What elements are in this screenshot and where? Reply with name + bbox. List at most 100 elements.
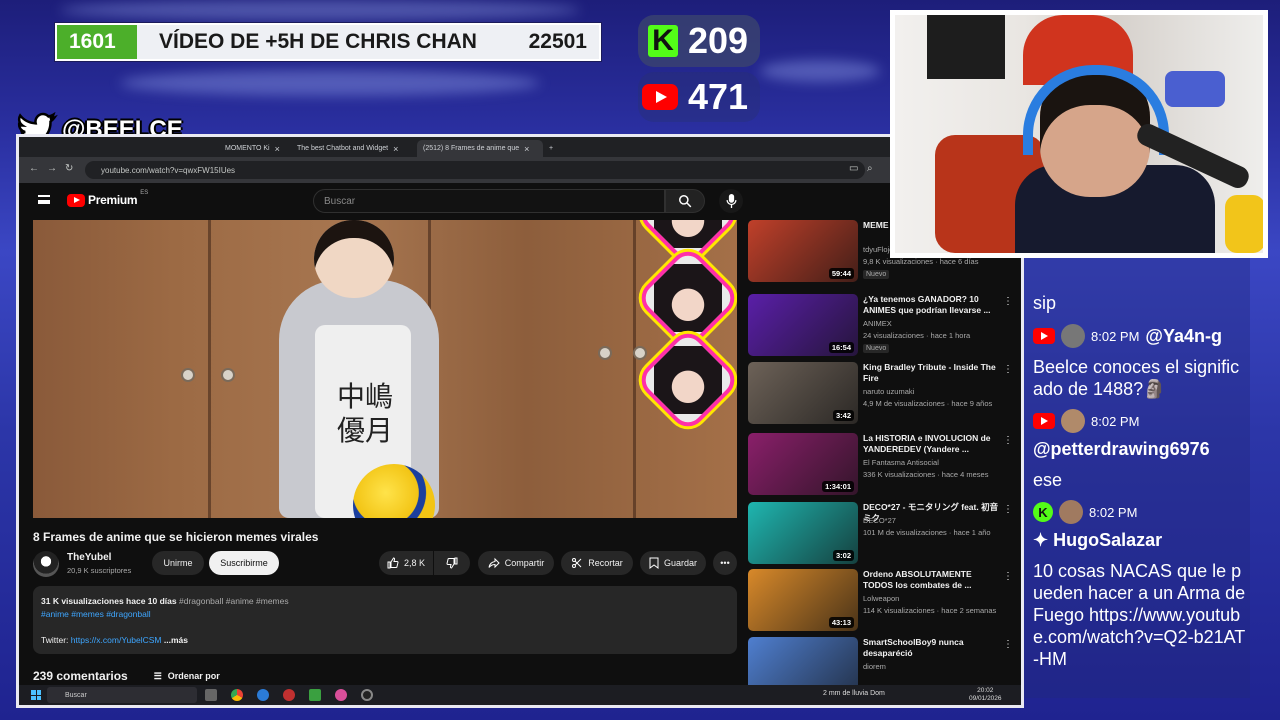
obs-icon[interactable] bbox=[361, 689, 373, 701]
description-more-link[interactable]: ...más bbox=[164, 635, 188, 645]
tab-label: The best Chatbot and Widget bbox=[297, 145, 389, 152]
related-video-thumbnail[interactable]: 1:34:01 bbox=[748, 433, 858, 495]
more-vertical-icon[interactable]: ⋮ bbox=[1003, 504, 1013, 515]
back-icon[interactable]: ← bbox=[29, 163, 39, 174]
youtube-premium-logo[interactable]: Premium ES bbox=[67, 190, 148, 207]
search-input[interactable]: Buscar bbox=[313, 189, 665, 213]
close-tab-icon[interactable]: × bbox=[275, 144, 280, 154]
zoom-icon[interactable]: ⌕ bbox=[867, 163, 873, 174]
browser-tab-active[interactable]: (2512) 8 Frames de anime que × bbox=[417, 140, 543, 157]
channel-name[interactable]: TheYubel bbox=[67, 552, 111, 563]
related-video-channel[interactable]: DECO*27 bbox=[863, 516, 896, 525]
more-vertical-icon[interactable]: ⋮ bbox=[1003, 639, 1013, 650]
related-video-channel[interactable]: diorem bbox=[863, 662, 886, 671]
description-meta-tags: #dragonball #anime #memes bbox=[178, 596, 289, 606]
clip-button[interactable]: Recortar bbox=[561, 551, 633, 575]
more-vertical-icon[interactable]: ⋮ bbox=[1003, 435, 1013, 446]
vest-name-text: 中嶋 優月 bbox=[337, 380, 393, 448]
subscribe-button[interactable]: Suscribirme bbox=[209, 551, 279, 575]
related-video-thumbnail[interactable]: 43:13 bbox=[748, 569, 858, 631]
taskbar-date: 09/01/2026 bbox=[969, 695, 1002, 702]
description-twitter-link[interactable]: https://x.com/YubelCSM bbox=[71, 635, 162, 645]
channel-avatar[interactable] bbox=[33, 551, 59, 577]
more-vertical-icon[interactable]: ⋮ bbox=[1003, 571, 1013, 582]
related-video-channel[interactable]: Lolweapon bbox=[863, 594, 899, 603]
sort-comments-button[interactable]: ☰ Ordenar por bbox=[154, 671, 220, 682]
browser-tab[interactable]: MOMENTO Ki × bbox=[219, 140, 287, 157]
related-video-channel[interactable]: El Fantasma Antisocial bbox=[863, 458, 939, 467]
kick-icon: K bbox=[648, 24, 678, 57]
thumbs-down-icon bbox=[446, 557, 458, 569]
taskbar-clock[interactable]: 20:02 09/01/2026 bbox=[969, 687, 1002, 703]
chat-avatar bbox=[1061, 409, 1085, 433]
join-button[interactable]: Unirme bbox=[152, 551, 204, 575]
overlay-face-frame bbox=[634, 326, 737, 434]
windows-start-icon[interactable] bbox=[31, 690, 41, 700]
video-duration: 59:44 bbox=[828, 268, 854, 279]
description-twitter-label: Twitter: bbox=[41, 635, 69, 645]
chrome-icon[interactable] bbox=[231, 689, 243, 701]
related-video-thumbnail[interactable]: 16:54 bbox=[748, 294, 858, 356]
clip-label: Recortar bbox=[588, 558, 623, 568]
address-bar[interactable]: youtube.com/watch?v=qwxFW15IUes bbox=[85, 161, 865, 179]
reload-icon[interactable]: ↻ bbox=[65, 163, 73, 174]
like-button[interactable]: 2,8 K bbox=[379, 551, 433, 575]
door-knob bbox=[181, 368, 195, 382]
thumbs-up-icon bbox=[387, 557, 399, 569]
app-icon[interactable] bbox=[309, 689, 321, 701]
related-video-item[interactable]: 3:42 King Bradley Tribute - Inside The Fi… bbox=[748, 362, 1018, 428]
save-label: Guardar bbox=[663, 558, 698, 568]
install-icon[interactable]: ▭ bbox=[849, 163, 858, 174]
share-icon bbox=[488, 557, 500, 569]
video-player[interactable]: 中嶋 優月 bbox=[33, 220, 737, 518]
forward-icon[interactable]: → bbox=[47, 163, 57, 174]
share-button[interactable]: Compartir bbox=[478, 551, 554, 575]
browser-tab-bar: MOMENTO Ki × The best Chatbot and Widget… bbox=[19, 137, 1021, 157]
taskbar-weather[interactable]: 2 mm de lluvia Dom bbox=[823, 690, 885, 697]
taskbar-search-input[interactable]: Buscar bbox=[47, 687, 197, 703]
related-video-item[interactable]: 3:02 DECO*27 - モニタリング feat. 初音ミク DECO*27 10… bbox=[748, 502, 1018, 568]
close-tab-icon[interactable]: × bbox=[393, 144, 398, 154]
related-video-title[interactable]: Ordeno ABSOLUTAMENTE TODOS los combates … bbox=[863, 569, 1003, 591]
description-hashtags[interactable]: #anime #memes #dragonball bbox=[41, 608, 729, 621]
video-description[interactable]: 31 K visualizaciones hace 10 días #drago… bbox=[33, 586, 737, 654]
related-video-channel[interactable]: naruto uzumaki bbox=[863, 387, 914, 396]
related-video-title[interactable]: King Bradley Tribute - Inside The Fire bbox=[863, 362, 1003, 384]
menu-icon[interactable] bbox=[38, 195, 50, 204]
save-button[interactable]: Guardar bbox=[640, 551, 706, 575]
video-duration: 3:02 bbox=[832, 550, 854, 561]
related-video-item[interactable]: 16:54 ¿Ya tenemos GANADOR? 10 ANIMES que … bbox=[748, 294, 1018, 360]
related-video-channel[interactable]: ANIMEX bbox=[863, 319, 892, 328]
related-video-item[interactable]: 43:13 Ordeno ABSOLUTAMENTE TODOS los comb… bbox=[748, 569, 1018, 635]
more-vertical-icon[interactable]: ⋮ bbox=[1003, 364, 1013, 375]
more-vertical-icon[interactable]: ⋮ bbox=[1003, 296, 1013, 307]
edge-icon[interactable] bbox=[257, 689, 269, 701]
search-button[interactable] bbox=[665, 189, 705, 213]
close-tab-icon[interactable]: × bbox=[524, 144, 529, 154]
related-video-item[interactable]: 1:34:01 La HISTORIA e INVOLUCION de YANDE… bbox=[748, 433, 1018, 499]
related-video-title[interactable]: ¿Ya tenemos GANADOR? 10 ANIMES que podrí… bbox=[863, 294, 1003, 316]
more-actions-button[interactable]: ••• bbox=[713, 551, 737, 575]
task-view-icon[interactable] bbox=[205, 689, 217, 701]
description-meta: 31 K visualizaciones hace 10 días bbox=[41, 596, 177, 606]
related-video-thumbnail[interactable]: 59:44 bbox=[748, 220, 858, 282]
youtube-icon bbox=[1033, 328, 1055, 344]
related-video-channel[interactable]: tdyuFlojo bbox=[863, 245, 893, 254]
figurine bbox=[1225, 195, 1263, 253]
browser-tab[interactable]: The best Chatbot and Widget × bbox=[291, 140, 411, 157]
chat-username: @Ya4n-g bbox=[1145, 325, 1222, 346]
related-video-title[interactable]: La HISTORIA e INVOLUCION de YANDEREDEV (… bbox=[863, 433, 1003, 455]
related-video-thumbnail[interactable]: 3:02 bbox=[748, 502, 858, 564]
app-icon[interactable] bbox=[283, 689, 295, 701]
comments-count: 239 comentarios bbox=[33, 669, 128, 683]
app-icon[interactable] bbox=[335, 689, 347, 701]
dislike-button[interactable] bbox=[434, 551, 470, 575]
chat-username: ✦ HugoSalazar bbox=[1033, 530, 1163, 550]
tab-label: (2512) 8 Frames de anime que bbox=[423, 145, 520, 152]
goal-current-count: 1601 bbox=[57, 25, 137, 59]
voice-search-button[interactable] bbox=[719, 189, 743, 213]
vest-name-line-2: 優月 bbox=[337, 414, 394, 447]
related-video-title[interactable]: SmartSchoolBoy9 nunca desaparéció bbox=[863, 637, 1003, 659]
new-tab-icon[interactable]: + bbox=[543, 140, 559, 157]
related-video-thumbnail[interactable]: 3:42 bbox=[748, 362, 858, 424]
